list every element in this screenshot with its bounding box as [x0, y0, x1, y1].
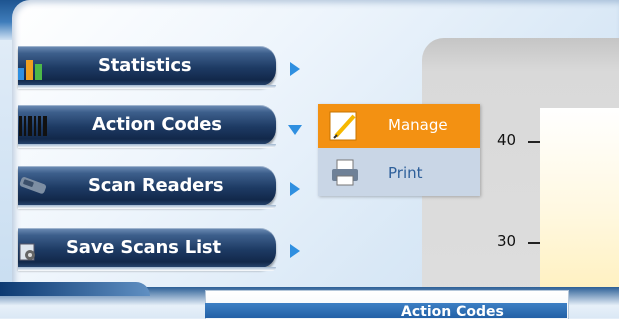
printer-icon: [330, 158, 360, 192]
action-codes-submenu: Manage Print: [318, 104, 480, 196]
menu-item-save-scans-list[interactable]: Save Scans List: [18, 228, 300, 271]
chevron-right-icon[interactable]: [290, 182, 300, 196]
bottom-decorative-swoosh: [0, 282, 150, 296]
chevron-right-icon[interactable]: [290, 244, 300, 258]
save-list-icon: [18, 236, 58, 262]
menu-item-label: Statistics: [98, 55, 192, 76]
y-tick-label-40: 40: [497, 131, 517, 149]
menu-item-label: Scan Readers: [88, 175, 224, 196]
menu-item-label: Action Codes: [92, 114, 222, 135]
menu-item-scan-readers[interactable]: Scan Readers: [18, 166, 300, 209]
bottom-dialog-title: Action Codes: [401, 304, 504, 318]
chevron-right-icon[interactable]: [290, 62, 300, 76]
chevron-down-icon[interactable]: [288, 125, 302, 135]
submenu-item-label: Print: [388, 164, 423, 182]
submenu-item-print[interactable]: Print: [318, 152, 480, 196]
bottom-dialog-titlebar: Action Codes: [205, 303, 567, 318]
y-tick-mark-30: [528, 242, 540, 244]
pencil-icon: [328, 110, 360, 146]
scanner-icon: [18, 174, 58, 200]
y-tick-label-30: 30: [497, 232, 517, 250]
barcode-icon: [18, 113, 58, 139]
submenu-item-label: Manage: [388, 116, 448, 134]
submenu-item-manage[interactable]: Manage: [318, 104, 480, 148]
bar-chart-icon: [18, 54, 58, 80]
menu-item-action-codes[interactable]: Action Codes: [18, 105, 302, 148]
titlebar-background: [205, 303, 567, 318]
y-tick-mark-40: [528, 141, 540, 143]
menu-item-statistics[interactable]: Statistics: [18, 46, 300, 89]
menu-item-label: Save Scans List: [66, 237, 221, 258]
